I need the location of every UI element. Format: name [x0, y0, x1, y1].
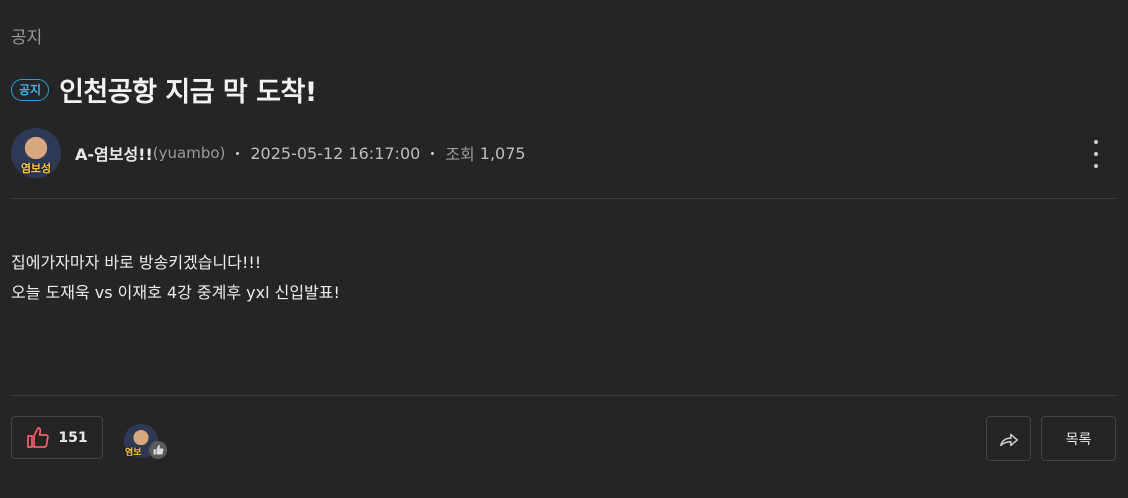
content-line: 집에가자마자 바로 방송키겠습니다!!! [11, 253, 262, 272]
separator-dot [236, 151, 240, 155]
separator-dot [431, 151, 435, 155]
share-arrow-icon [999, 433, 1018, 446]
post-title: 인천공항 지금 막 도착! [59, 77, 317, 108]
views-count: 1,075 [479, 143, 526, 163]
post-category: 공지 [11, 28, 43, 48]
like-count: 151 [58, 429, 88, 446]
post-meta: 염보성 A-염보성!! (yuambo) 2025-05-12 16:17:00… [11, 128, 526, 178]
author-name[interactable]: A-염보성!! [75, 141, 153, 165]
post-content: 집에가자마자 바로 방송키겠습니다!!! 오늘 도재욱 vs 이재호 4강 중계… [11, 248, 340, 308]
more-vertical-icon [1094, 140, 1098, 144]
notice-badge: 공지 [11, 78, 50, 101]
post-date: 2025-05-12 16:17:00 [250, 143, 421, 163]
more-options-button[interactable] [1086, 140, 1106, 168]
content-line: 오늘 도재욱 vs 이재호 4강 중계후 yxl 신입발표! [11, 283, 340, 302]
author-avatar[interactable]: 염보성 [11, 128, 61, 178]
liker-thumb-icon [149, 441, 167, 459]
avatar-label: 염보성 [20, 162, 52, 175]
thumbs-up-icon [27, 426, 50, 448]
divider-top [11, 198, 1116, 199]
list-button[interactable]: 목록 [1041, 416, 1116, 461]
views-label: 조회 [445, 145, 475, 164]
divider-bottom [11, 395, 1116, 396]
author-id: (yuambo) [152, 144, 226, 162]
like-button[interactable]: 151 [11, 416, 103, 459]
share-button[interactable] [986, 416, 1031, 461]
liker-avatar-label: 염보 [125, 448, 142, 458]
title-row: 공지 인천공항 지금 막 도착! [11, 70, 317, 109]
